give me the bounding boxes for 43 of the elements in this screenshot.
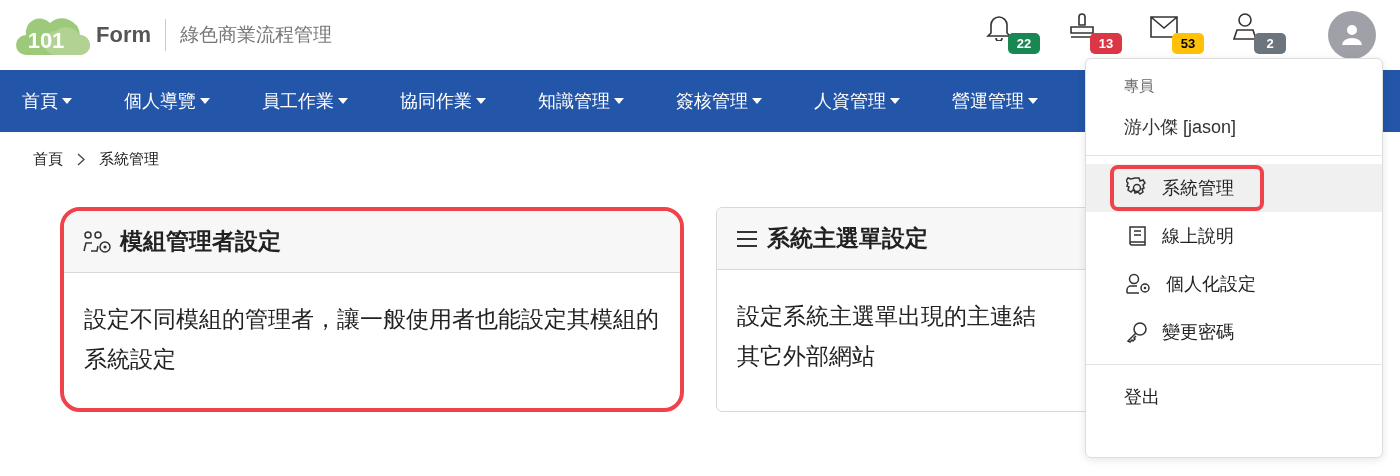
- card-description: 設定不同模組的管理者，讓一般使用者也能設定其模組的系統設定: [84, 305, 660, 374]
- count-badge: 13: [1090, 33, 1122, 54]
- nav-menu-item[interactable]: 個人導覽: [124, 89, 210, 113]
- chevron-icon: [77, 153, 85, 166]
- app-subtitle: 綠色商業流程管理: [180, 23, 332, 47]
- caret-icon: [62, 98, 72, 104]
- caret-icon: [476, 98, 486, 104]
- user-gear-icon: [1126, 273, 1152, 295]
- user-role: 專員: [1123, 77, 1155, 96]
- caret-icon: [752, 98, 762, 104]
- count-badge: 2: [1254, 33, 1286, 54]
- nav-menu-item[interactable]: 員工作業: [262, 89, 348, 113]
- avatar-icon[interactable]: [1328, 11, 1376, 59]
- logo-name: Form: [96, 22, 151, 48]
- caret-icon: [890, 98, 900, 104]
- bell-icon: [986, 13, 1012, 41]
- caret-icon: [338, 98, 348, 104]
- settings-card[interactable]: 模組管理者設定 設定不同模組的管理者，讓一般使用者也能設定其模組的系統設定: [60, 207, 684, 412]
- users-gear-icon: [82, 228, 112, 255]
- card-title: 模組管理者設定: [120, 227, 281, 256]
- card-title: 系統主選單設定: [767, 224, 928, 253]
- user-name: 游小傑 [jason]: [1123, 116, 1238, 139]
- breadcrumb-item: 系統管理: [99, 150, 159, 169]
- stamp-icon: [1068, 13, 1096, 41]
- nav-menu-item[interactable]: 簽核管理: [676, 89, 762, 113]
- caret-icon: [200, 98, 210, 104]
- nav-menu-item[interactable]: 人資管理: [814, 89, 900, 113]
- card-description: 設定系統主選單出現的主連結 其它外部網站: [737, 302, 1037, 371]
- book-icon: [1126, 225, 1148, 247]
- nav-menu-item[interactable]: 首頁: [22, 89, 72, 113]
- key-icon: [1126, 321, 1148, 343]
- count-badge: 22: [1008, 33, 1040, 54]
- caret-icon: [614, 98, 624, 104]
- nav-menu-item[interactable]: 營運管理: [952, 89, 1038, 113]
- menu-item[interactable]: 系統管理: [1110, 165, 1264, 211]
- nav-menu-item[interactable]: 知識管理: [538, 89, 624, 113]
- count-badge: 53: [1172, 33, 1204, 54]
- caret-icon: [1028, 98, 1038, 104]
- user-icon: [1232, 13, 1258, 41]
- nav-menu-item[interactable]: 協同作業: [400, 89, 486, 113]
- breadcrumb-item[interactable]: 首頁: [33, 150, 63, 169]
- menu-icon: [735, 228, 759, 249]
- mail-icon: [1150, 16, 1178, 38]
